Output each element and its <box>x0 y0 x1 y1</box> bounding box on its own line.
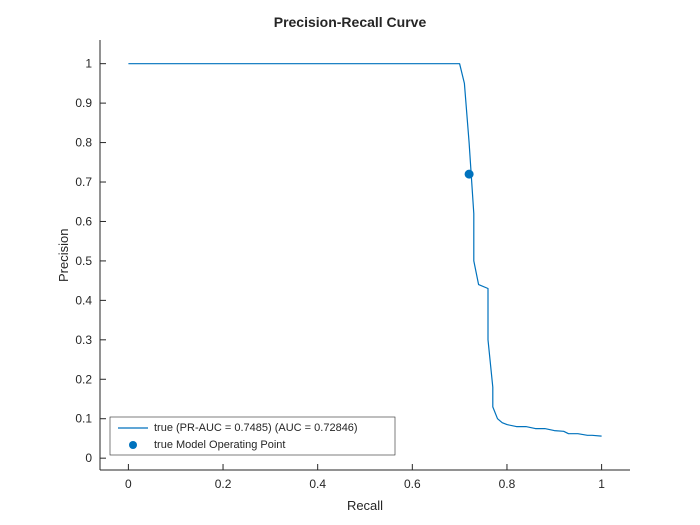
x-tick-label: 1 <box>598 477 605 491</box>
x-tick-label: 0.2 <box>215 477 232 491</box>
y-tick-label: 1 <box>85 57 92 71</box>
legend-item-label: true Model Operating Point <box>154 439 285 451</box>
y-tick-label: 0.2 <box>75 372 92 386</box>
y-tick-label: 0.3 <box>75 333 92 347</box>
y-tick-label: 0.1 <box>75 412 92 426</box>
x-axis-label: Recall <box>100 498 630 513</box>
y-tick-label: 0.5 <box>75 254 92 268</box>
figure: Precision-Recall Curve Precision 00.20.4… <box>0 0 700 525</box>
legend: true (PR-AUC = 0.7485) (AUC = 0.72846) tr… <box>110 417 395 455</box>
chart-title: Precision-Recall Curve <box>0 14 700 30</box>
y-tick-label: 0.6 <box>75 214 92 228</box>
x-tick-label: 0.8 <box>499 477 516 491</box>
y-tick-label: 0.4 <box>75 293 92 307</box>
axes: 00.20.40.60.8100.10.20.30.40.50.60.70.80… <box>100 40 630 470</box>
y-tick-label: 0.7 <box>75 175 92 189</box>
plot-area: 00.20.40.60.8100.10.20.30.40.50.60.70.80… <box>100 40 630 470</box>
y-tick-label: 0.9 <box>75 96 92 110</box>
x-tick-label: 0.4 <box>309 477 326 491</box>
x-tick-label: 0 <box>125 477 132 491</box>
operating-point-marker <box>465 170 474 179</box>
y-tick-label: 0 <box>85 451 92 465</box>
y-axis-label: Precision <box>56 40 76 470</box>
legend-item-label: true (PR-AUC = 0.7485) (AUC = 0.72846) <box>154 422 358 434</box>
x-tick-label: 0.6 <box>404 477 421 491</box>
y-tick-label: 0.8 <box>75 136 92 150</box>
pr-curve <box>128 64 601 436</box>
